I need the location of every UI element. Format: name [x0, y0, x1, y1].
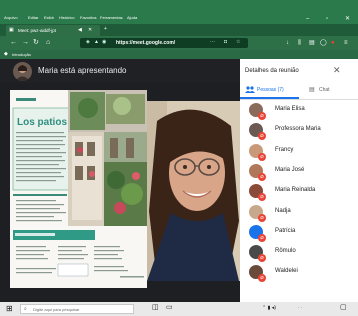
- shield-icon[interactable]: ◈: [86, 39, 90, 46]
- participant-name: Maria Reinalda: [275, 187, 316, 194]
- lock-icon[interactable]: ▲: [94, 39, 99, 46]
- sidebar-icon[interactable]: ▤: [309, 40, 315, 47]
- tab-close-icon[interactable]: ✕: [88, 27, 92, 33]
- tab-title: Meet: pwz-aiddf-jpt: [18, 28, 57, 33]
- presenter-avatar: [13, 62, 32, 81]
- participant-name: Maria Elisa: [275, 106, 305, 112]
- menu-bar: Arquivo Editar Exibir Histórico Favorito…: [0, 0, 358, 24]
- slide-title: Los patios: [17, 117, 68, 128]
- tab-people-label: Pessoas (7): [257, 87, 284, 93]
- file-explorer-icon[interactable]: ▭: [166, 304, 173, 312]
- presenting-text: Maria está apresentando: [38, 66, 127, 75]
- participant-row[interactable]: ∅ Patrícia: [240, 223, 358, 243]
- account-icon[interactable]: ◯: [320, 40, 327, 47]
- taskbar-search-placeholder: Digite aqui para pesquisar: [33, 307, 80, 312]
- system-tray-icons[interactable]: ⌃ ▮ ◂): [262, 305, 276, 311]
- participant-row[interactable]: ∅ Rômulo: [240, 243, 358, 263]
- bookmark-introducao[interactable]: Introdução: [12, 52, 31, 57]
- address-bar[interactable]: ◈ ▲ ◉ https://meet.google.com/ ··· ◘ ☆: [80, 38, 248, 48]
- participant-row[interactable]: ∅ Nadja: [240, 203, 358, 223]
- notifications-icon[interactable]: ▢: [340, 304, 347, 312]
- close-window-icon[interactable]: ✕: [345, 16, 350, 22]
- bookmark-star-icon[interactable]: ☆: [236, 39, 240, 46]
- participant-row[interactable]: ∅ Maria Elisa: [240, 101, 358, 121]
- participant-name: Professora Maria: [275, 126, 321, 133]
- participant-row[interactable]: ∅ Maria Reinalda: [240, 182, 358, 202]
- forward-icon[interactable]: →: [22, 39, 29, 47]
- shared-presentation: Los patios: [10, 90, 147, 288]
- windows-start-icon[interactable]: ⊞: [6, 304, 13, 313]
- participant-name: Waldelei: [275, 268, 298, 275]
- mic-muted-icon: ∅: [258, 172, 266, 181]
- browser-tab[interactable]: ▣ Meet: pwz-aiddf-jpt ◀ ✕: [6, 25, 100, 36]
- menu-ajuda[interactable]: Ajuda: [127, 15, 137, 20]
- mic-muted-icon: ∅: [258, 213, 266, 222]
- taskbar-search[interactable]: ⌕ Digite aqui para pesquisar: [20, 304, 134, 314]
- new-tab-icon[interactable]: +: [104, 26, 107, 32]
- mic-muted-icon: ∅: [258, 132, 266, 141]
- participant-name: Nadja: [275, 207, 291, 214]
- panel-title: Detalhes da reunião: [245, 68, 299, 74]
- participant-row[interactable]: ∅ Maria José: [240, 162, 358, 182]
- meet-favicon-icon: ▣: [9, 27, 14, 33]
- menu-arquivo[interactable]: Arquivo: [4, 15, 18, 20]
- tab-people[interactable]: Pessoas (7): [245, 86, 301, 97]
- participant-row[interactable]: ∅ Waldelei: [240, 263, 358, 283]
- library-icon[interactable]: ⫼: [298, 40, 301, 47]
- mic-muted-icon: ∅: [258, 152, 266, 161]
- page-actions-icon[interactable]: ···: [210, 39, 215, 46]
- menu-exibir[interactable]: Exibir: [44, 15, 54, 20]
- participant-name: Francy: [275, 146, 294, 153]
- downloads-icon[interactable]: ↓: [286, 40, 289, 47]
- bookmark-icon: ◆: [4, 51, 8, 57]
- menu-editar[interactable]: Editar: [28, 15, 38, 20]
- people-icon: [245, 86, 255, 93]
- maximize-icon[interactable]: ▫: [326, 16, 328, 22]
- panel-divider: [240, 99, 358, 100]
- mic-muted-icon: ∅: [258, 112, 266, 120]
- bookmarks-bar: ◆ Introdução: [0, 50, 358, 59]
- home-icon[interactable]: ⌂: [46, 39, 50, 47]
- camera-permission-icon[interactable]: ◉: [102, 39, 106, 46]
- mic-muted-icon: ∅: [258, 254, 266, 263]
- pocket-icon[interactable]: ◘: [224, 39, 227, 46]
- minimize-icon[interactable]: –: [306, 16, 309, 22]
- participant-row[interactable]: ∅ Francy: [240, 142, 358, 162]
- task-view-icon[interactable]: ◫: [152, 304, 159, 312]
- tab-audio-icon[interactable]: ◀: [78, 27, 82, 33]
- menu-favoritos[interactable]: Favoritos: [80, 15, 96, 20]
- mic-muted-icon: ∅: [258, 274, 266, 283]
- chat-icon: ▤: [309, 87, 315, 93]
- tab-chat[interactable]: Chat: [319, 87, 330, 93]
- search-icon: ⌕: [24, 306, 27, 312]
- participant-row[interactable]: ∅ Professora Maria: [240, 121, 358, 141]
- menu-ferramentas[interactable]: Ferramentas: [100, 15, 123, 20]
- mic-muted-icon: ∅: [258, 193, 266, 202]
- participant-video: [147, 101, 240, 281]
- back-icon[interactable]: ←: [10, 39, 17, 47]
- mic-muted-icon: ∅: [258, 233, 266, 242]
- url-text[interactable]: https://meet.google.com/: [116, 40, 175, 46]
- participant-name: Patrícia: [275, 227, 296, 234]
- close-icon[interactable]: ✕: [333, 65, 341, 75]
- participant-name: Rômulo: [275, 248, 296, 255]
- participant-name: Maria José: [275, 166, 305, 173]
- extension-icon[interactable]: ●: [331, 40, 335, 47]
- menu-icon[interactable]: ≡: [344, 40, 348, 47]
- clock[interactable]: · ·: [298, 305, 302, 310]
- reload-icon[interactable]: ↻: [33, 39, 39, 47]
- menu-historico[interactable]: Histórico: [59, 15, 75, 20]
